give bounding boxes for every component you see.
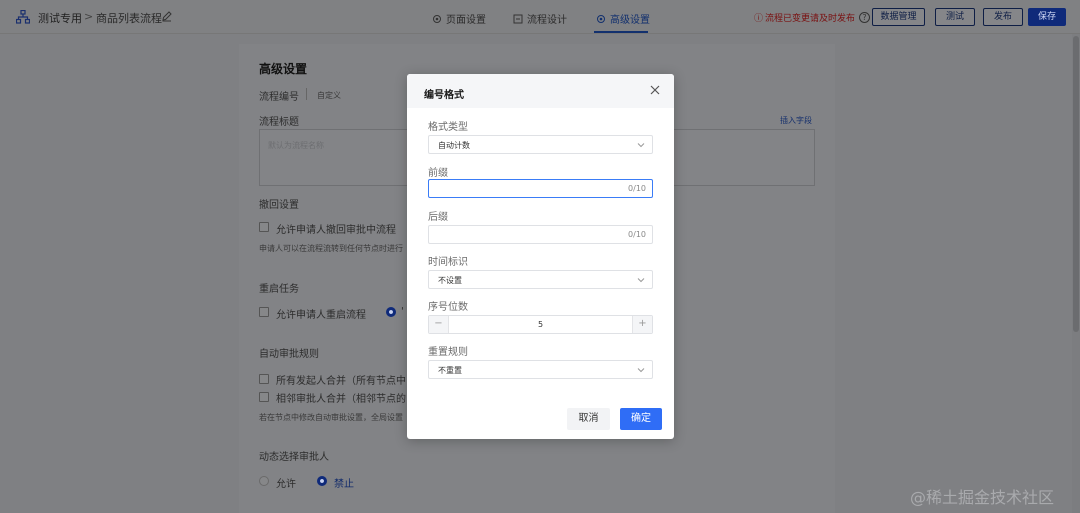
withdraw-option: 允许申请人撤回审批中流程 xyxy=(276,225,396,236)
breadcrumb-app[interactable]: 测试专用 xyxy=(38,10,82,26)
publish-warning-text: 流程已变更请及时发布 xyxy=(765,14,856,24)
prefix-input[interactable]: 0/10 xyxy=(428,179,653,198)
time-marker-select[interactable]: 不设置 xyxy=(428,270,653,289)
dynamic-forbid-radio[interactable] xyxy=(317,476,327,486)
serial-digits-label: 序号位数 xyxy=(428,302,468,313)
close-icon[interactable] xyxy=(649,84,661,96)
flow-title-label: 流程标题 xyxy=(259,117,299,128)
save-button[interactable]: 保存 xyxy=(1028,8,1066,26)
tab-page-settings[interactable]: 页面设置 xyxy=(432,11,486,26)
chevron-down-icon xyxy=(637,143,645,148)
breadcrumb-flow: 商品列表流程 xyxy=(96,12,162,25)
restart-label: 重启任务 xyxy=(259,284,299,295)
format-type-select[interactable]: 自动计数 xyxy=(428,135,653,154)
dynamic-approver-label: 动态选择审批人 xyxy=(259,452,329,463)
tab-advanced-settings-label: 高级设置 xyxy=(610,15,650,26)
active-tab-indicator xyxy=(594,31,648,33)
tab-process-design[interactable]: 流程设计 xyxy=(513,11,567,26)
scrollbar-thumb[interactable] xyxy=(1073,36,1079,332)
prefix-label: 前缀 xyxy=(428,168,448,179)
insert-field-link[interactable]: 插入字段 xyxy=(780,115,812,126)
auto-approve-label: 自动审批规则 xyxy=(259,349,319,360)
auto-option2: 相邻审批人合并（相邻节点的 xyxy=(276,394,406,405)
tab-page-settings-label: 页面设置 xyxy=(446,15,486,26)
auto-option2-checkbox[interactable] xyxy=(259,392,269,402)
publish-button[interactable]: 发布 xyxy=(983,8,1023,26)
dialog-title: 编号格式 xyxy=(424,90,464,101)
test-button[interactable]: 测试 xyxy=(935,8,975,26)
restart-option: 允许申请人重启流程 xyxy=(276,310,366,321)
suffix-label: 后缀 xyxy=(428,212,448,223)
serial-digits-stepper[interactable]: 5 − + xyxy=(428,315,653,334)
number-format-dialog: 编号格式 格式类型 自动计数 前缀 0/10 后缀 0/10 时间标识 不设置 … xyxy=(407,74,674,439)
dynamic-forbid-label: 禁止 xyxy=(334,479,354,490)
dynamic-allow-label: 允许 xyxy=(276,479,296,490)
flow-title-placeholder: 默认为流程名称 xyxy=(268,141,324,150)
format-type-value: 自动计数 xyxy=(438,141,470,150)
top-bar: 测试专用 > 商品列表流程 页面设置 流程设计 高级设置 ⓘ 流程已变更请及时发… xyxy=(0,0,1080,34)
reset-rule-select[interactable]: 不重置 xyxy=(428,360,653,379)
confirm-button[interactable]: 确定 xyxy=(620,408,662,430)
suffix-input[interactable]: 0/10 xyxy=(428,225,653,244)
warning-icon: ⓘ xyxy=(754,14,764,24)
help-icon[interactable]: ? xyxy=(859,12,871,23)
flow-number-value[interactable]: 自定义 xyxy=(317,90,341,101)
decrement-button[interactable]: − xyxy=(429,316,449,333)
withdraw-checkbox[interactable] xyxy=(259,222,269,232)
flow-number-label: 流程编号 xyxy=(259,92,299,103)
org-chart-icon xyxy=(16,10,30,24)
chevron-down-icon xyxy=(637,278,645,283)
time-marker-label: 时间标识 xyxy=(428,257,468,268)
format-type-label: 格式类型 xyxy=(428,122,468,133)
reset-rule-label: 重置规则 xyxy=(428,347,468,358)
panel-title: 高级设置 xyxy=(259,62,308,76)
cancel-button[interactable]: 取消 xyxy=(567,408,610,430)
reset-rule-value: 不重置 xyxy=(438,366,462,375)
edit-icon[interactable] xyxy=(161,10,173,22)
increment-button[interactable]: + xyxy=(632,316,652,333)
watermark: @稀土掘金技术社区 xyxy=(910,488,1055,507)
flow-icon xyxy=(513,14,523,23)
auto-approve-hint: 若在节点中修改自动审批设置，全局设置 xyxy=(259,413,403,422)
withdraw-label: 撤回设置 xyxy=(259,200,299,211)
dynamic-allow-radio[interactable] xyxy=(259,476,269,486)
chevron-down-icon xyxy=(637,368,645,373)
restart-radio-label: ' xyxy=(401,306,404,317)
serial-digits-value: 5 xyxy=(537,320,544,329)
gear-icon xyxy=(597,14,605,23)
breadcrumb-separator: > xyxy=(84,10,94,23)
suffix-counter: 0/10 xyxy=(628,230,646,239)
divider xyxy=(306,88,307,100)
gear-icon xyxy=(433,14,441,23)
auto-option1: 所有发起人合并（所有节点中 xyxy=(276,376,406,387)
tab-advanced-settings[interactable]: 高级设置 xyxy=(596,11,650,26)
restart-radio[interactable] xyxy=(386,307,396,317)
restart-checkbox[interactable] xyxy=(259,307,269,317)
time-marker-value: 不设置 xyxy=(438,276,462,285)
data-manage-button[interactable]: 数据管理 xyxy=(872,8,925,26)
auto-option1-checkbox[interactable] xyxy=(259,374,269,384)
tab-process-design-label: 流程设计 xyxy=(527,15,567,26)
prefix-counter: 0/10 xyxy=(628,184,646,193)
withdraw-hint: 申请人可以在流程流转到任何节点时进行 xyxy=(259,244,403,253)
publish-warning: ⓘ 流程已变更请及时发布 ? xyxy=(754,11,871,24)
